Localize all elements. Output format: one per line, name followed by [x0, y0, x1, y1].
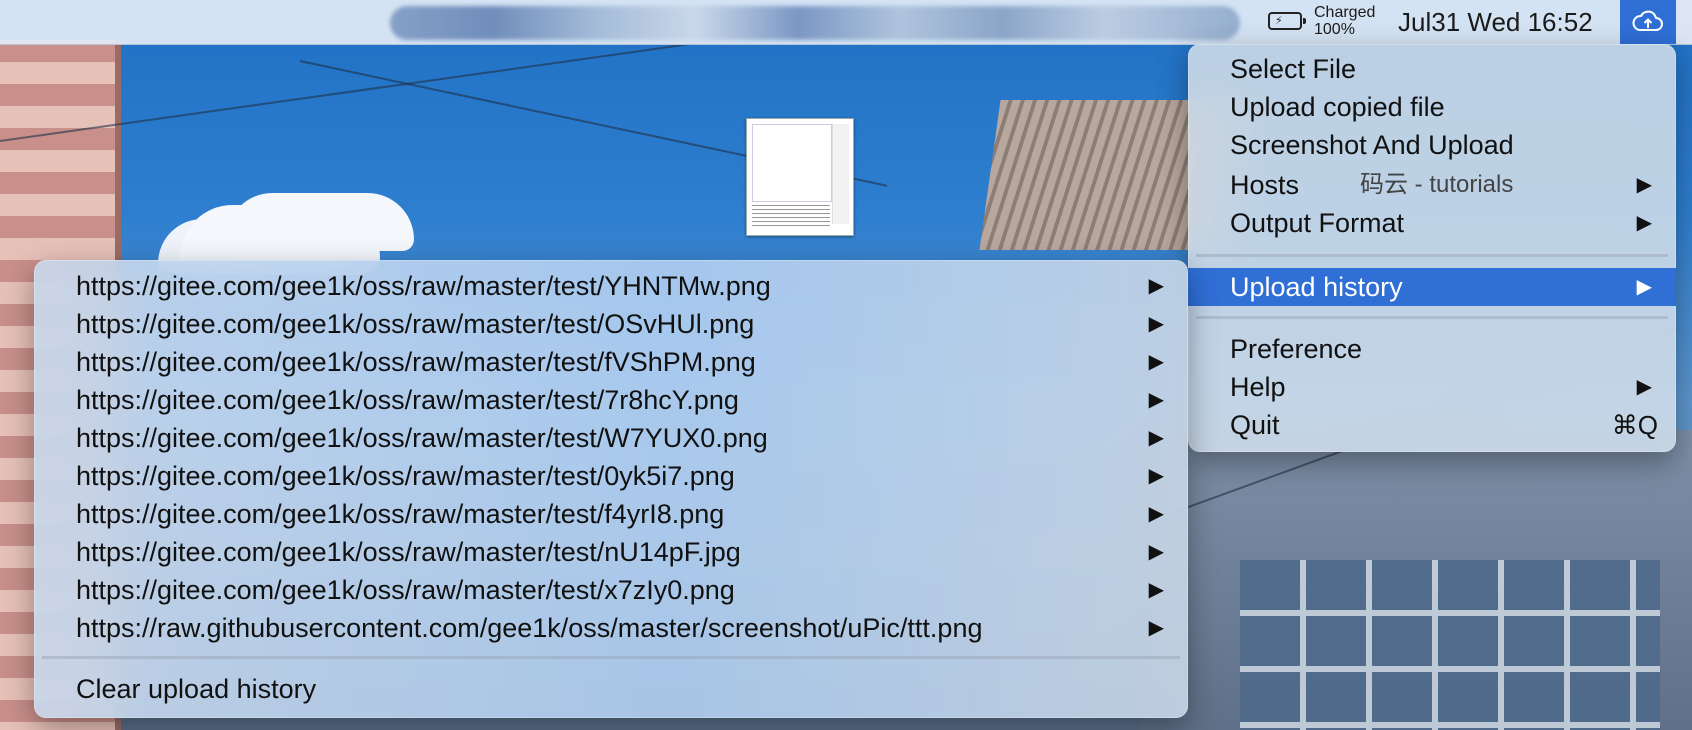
menubar-clock[interactable]: Jul31 Wed 16:52 — [1398, 7, 1593, 37]
history-url: https://gitee.com/gee1k/oss/raw/master/t… — [76, 271, 771, 301]
history-url: https://gitee.com/gee1k/oss/raw/master/t… — [76, 309, 755, 339]
submenu-arrow-icon: ▶ — [1148, 579, 1164, 601]
menu-item-output-format[interactable]: Output Format ▶ — [1188, 204, 1676, 242]
upic-tray-button[interactable] — [1620, 0, 1676, 44]
history-item[interactable]: https://gitee.com/gee1k/oss/raw/master/t… — [34, 419, 1188, 457]
history-item[interactable]: https://gitee.com/gee1k/oss/raw/master/t… — [34, 533, 1188, 571]
menu-separator — [1196, 254, 1668, 257]
hosts-current-value: 码云 - tutorials — [1360, 171, 1514, 198]
submenu-arrow-icon: ▶ — [1148, 313, 1164, 335]
history-item[interactable]: https://gitee.com/gee1k/oss/raw/master/t… — [34, 381, 1188, 419]
submenu-arrow-icon: ▶ — [1148, 541, 1164, 563]
history-url: https://gitee.com/gee1k/oss/raw/master/t… — [76, 575, 735, 605]
submenu-arrow-icon: ▶ — [1148, 465, 1164, 487]
upload-history-submenu: https://gitee.com/gee1k/oss/raw/master/t… — [34, 260, 1188, 718]
history-url: https://raw.githubusercontent.com/gee1k/… — [76, 613, 983, 643]
menu-bar: ⚡ Charged 100% Jul31 Wed 16:52 — [0, 0, 1692, 45]
history-item[interactable]: https://raw.githubusercontent.com/gee1k/… — [34, 609, 1188, 647]
submenu-arrow-icon: ▶ — [1636, 212, 1652, 234]
clear-history-button[interactable]: Clear upload history — [34, 670, 1188, 708]
history-item[interactable]: https://gitee.com/gee1k/oss/raw/master/t… — [34, 305, 1188, 343]
menu-item-upload-history[interactable]: Upload history ▶ — [1188, 268, 1676, 306]
history-item[interactable]: https://gitee.com/gee1k/oss/raw/master/t… — [34, 267, 1188, 305]
quit-shortcut: ⌘Q — [1611, 410, 1658, 440]
upic-main-menu: Select File Upload copied file Screensho… — [1188, 44, 1676, 452]
menu-item-label: Help — [1230, 372, 1286, 402]
menu-item-help[interactable]: Help ▶ — [1188, 368, 1676, 406]
menu-separator — [42, 656, 1180, 659]
menu-item-label: Select File — [1230, 54, 1357, 84]
submenu-arrow-icon: ▶ — [1148, 617, 1164, 639]
submenu-arrow-icon: ▶ — [1148, 389, 1164, 411]
menu-item-quit[interactable]: Quit ⌘Q — [1188, 406, 1676, 444]
history-item[interactable]: https://gitee.com/gee1k/oss/raw/master/t… — [34, 571, 1188, 609]
menubar-edge — [1676, 0, 1692, 44]
battery-icon[interactable]: ⚡ — [1268, 12, 1306, 30]
menu-item-label: Upload history — [1230, 272, 1403, 302]
submenu-arrow-icon: ▶ — [1148, 351, 1164, 373]
history-item[interactable]: https://gitee.com/gee1k/oss/raw/master/t… — [34, 457, 1188, 495]
blurred-status-items — [390, 6, 1240, 40]
menu-item-upload-copied-file[interactable]: Upload copied file — [1188, 88, 1676, 126]
submenu-arrow-icon: ▶ — [1636, 276, 1652, 298]
wallpaper-windows — [1240, 560, 1660, 730]
menu-item-label: Quit — [1230, 410, 1280, 440]
menu-item-label: Preference — [1230, 334, 1363, 364]
menu-item-label: Upload copied file — [1230, 92, 1445, 122]
menu-separator — [1196, 316, 1668, 319]
history-url: https://gitee.com/gee1k/oss/raw/master/t… — [76, 347, 756, 377]
history-item[interactable]: https://gitee.com/gee1k/oss/raw/master/t… — [34, 495, 1188, 533]
menu-item-preference[interactable]: Preference — [1188, 330, 1676, 368]
history-url: https://gitee.com/gee1k/oss/raw/master/t… — [76, 385, 739, 415]
menu-item-screenshot-upload[interactable]: Screenshot And Upload — [1188, 126, 1676, 164]
history-url: https://gitee.com/gee1k/oss/raw/master/t… — [76, 423, 768, 453]
history-url: https://gitee.com/gee1k/oss/raw/master/t… — [76, 499, 725, 529]
history-url: https://gitee.com/gee1k/oss/raw/master/t… — [76, 461, 735, 491]
submenu-arrow-icon: ▶ — [1148, 275, 1164, 297]
cloud-upload-icon — [1632, 10, 1663, 31]
menu-item-select-file[interactable]: Select File — [1188, 50, 1676, 88]
submenu-arrow-icon: ▶ — [1148, 503, 1164, 525]
submenu-arrow-icon: ▶ — [1148, 427, 1164, 449]
submenu-arrow-icon: ▶ — [1636, 174, 1652, 196]
clear-history-label: Clear upload history — [76, 674, 317, 704]
screenshot-thumbnail[interactable] — [746, 118, 854, 236]
history-item[interactable]: https://gitee.com/gee1k/oss/raw/master/t… — [34, 343, 1188, 381]
submenu-arrow-icon: ▶ — [1636, 376, 1652, 398]
battery-percent: 100% — [1314, 21, 1355, 38]
menu-item-label: Output Format — [1230, 208, 1405, 238]
menu-item-label: Hosts — [1230, 170, 1300, 200]
history-url: https://gitee.com/gee1k/oss/raw/master/t… — [76, 537, 741, 567]
menu-item-label: Screenshot And Upload — [1230, 130, 1514, 160]
menu-item-hosts[interactable]: Hosts 码云 - tutorials ▶ — [1188, 166, 1676, 204]
battery-status: Charged — [1314, 4, 1376, 21]
